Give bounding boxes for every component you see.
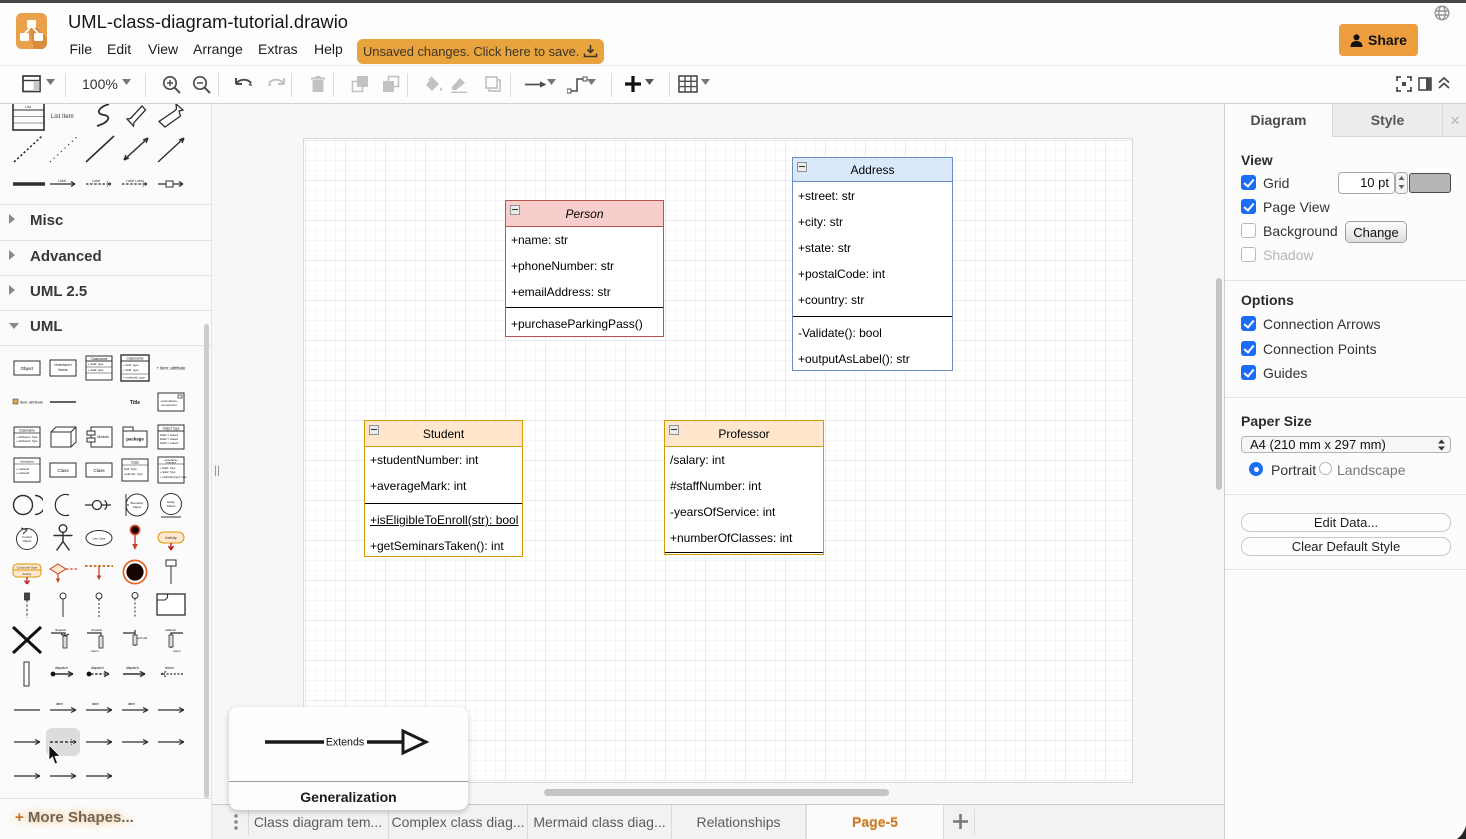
svg-text:+ method1(Type): Type: + method1(Type): Type xyxy=(160,475,187,479)
svg-text:Classname: Classname xyxy=(91,357,108,361)
svg-text:Classname: Classname xyxy=(127,357,144,361)
svg-text:Label Label: Label Label xyxy=(126,179,144,183)
svg-text:method(): Type: method(): Type xyxy=(124,472,143,476)
svg-text:+ field2: Type: + field2: Type xyxy=(160,470,176,474)
svg-text:+ field1: Type: + field1: Type xyxy=(160,466,176,470)
svg-text:return: return xyxy=(165,666,174,670)
svg-text:Object: Object xyxy=(20,366,34,371)
svg-text:Component: Component xyxy=(161,403,177,407)
svg-text:Interaction: Interaction xyxy=(20,460,34,464)
svg-text:Name: Name xyxy=(58,368,68,372)
svg-text:field: Type: field: Type xyxy=(124,467,137,471)
svg-text:+ field: type: + field: type xyxy=(88,368,104,372)
svg-text:Object: Object xyxy=(23,539,32,543)
svg-text:Activity: Activity xyxy=(165,536,177,540)
svg-text:+ Attribute2: Type: + Attribute2: Type xyxy=(16,439,38,443)
svg-text:Object: Object xyxy=(167,504,176,508)
svg-text:Object Type: Object Type xyxy=(163,427,180,431)
svg-text:Object: Object xyxy=(133,505,142,509)
svg-text:return: return xyxy=(91,649,99,653)
svg-text:dispatch: dispatch xyxy=(91,666,104,670)
svg-text:callback: callback xyxy=(165,628,176,632)
svg-text:Classname: Classname xyxy=(19,429,35,433)
svg-text:dispatch: dispatch xyxy=(126,666,139,670)
svg-text:Class: Class xyxy=(93,468,105,473)
svg-text:Label: Label xyxy=(92,179,101,183)
svg-text:List: List xyxy=(25,105,30,109)
svg-text:Class: Class xyxy=(57,468,69,473)
svg-text:label: label xyxy=(56,702,63,706)
svg-text:«Interface»: «Interface» xyxy=(54,363,72,367)
svg-text:Title: Title xyxy=(130,400,140,406)
svg-text:return: return xyxy=(173,649,181,653)
svg-text:Interface: Interface xyxy=(166,461,177,465)
svg-text:dispatch: dispatch xyxy=(91,628,103,632)
svg-text:Class: Class xyxy=(131,461,139,465)
svg-text:field3 = value3: field3 = value3 xyxy=(160,441,179,445)
svg-text:+ field: type: + field: type xyxy=(123,363,139,367)
svg-text:Activity: Activity xyxy=(23,572,32,576)
svg-text:+ method2: + method2 xyxy=(16,471,30,475)
svg-text:label: label xyxy=(128,702,135,706)
svg-text:dispatch: dispatch xyxy=(55,628,67,632)
svg-text:Extends: Extends xyxy=(326,737,364,749)
svg-text:Label: Label xyxy=(58,179,67,183)
svg-text:Module: Module xyxy=(97,435,109,439)
svg-text:Composite State: Composite State xyxy=(17,566,38,570)
svg-text:Use Case: Use Case xyxy=(92,537,106,541)
svg-text:label: label xyxy=(92,702,99,706)
svg-text:package: package xyxy=(126,437,144,442)
svg-text:List Item: List Item xyxy=(51,114,74,120)
svg-text:+ method(): type: + method(): type xyxy=(123,376,145,380)
svg-text:item: attribute: item: attribute xyxy=(20,401,43,405)
svg-text:+ field: type: + field: type xyxy=(123,368,139,372)
svg-text:dispatch: dispatch xyxy=(55,666,68,670)
svg-text:+ field: type: + field: type xyxy=(88,362,104,366)
svg-text:self call: self call xyxy=(137,636,147,640)
svg-text:+ item: attribute: + item: attribute xyxy=(157,366,187,371)
